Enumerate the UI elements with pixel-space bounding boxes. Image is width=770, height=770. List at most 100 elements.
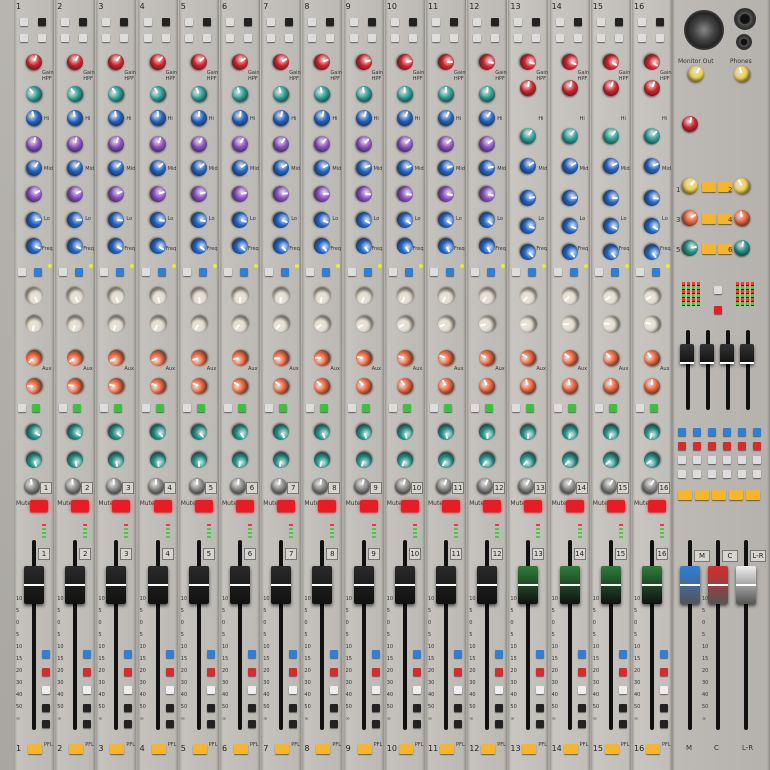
eq-routing-button[interactable] [281, 268, 290, 276]
phantom-button[interactable] [555, 18, 564, 26]
line-button[interactable] [656, 34, 664, 42]
hpf-knob[interactable] [558, 124, 581, 148]
routing-button-5[interactable] [206, 720, 215, 728]
channel-fader[interactable] [436, 566, 456, 604]
channel-fader[interactable] [65, 566, 86, 604]
mid-freq-knob[interactable] [147, 183, 168, 205]
phase-button[interactable] [450, 18, 458, 26]
aux-send-knob-1[interactable] [558, 284, 581, 308]
hi-freq-knob[interactable] [476, 132, 499, 156]
aux-pre-button-2[interactable] [279, 404, 288, 412]
aux-send-knob-2[interactable] [228, 312, 252, 336]
matrix-button[interactable] [753, 470, 761, 478]
routing-button-5[interactable] [83, 720, 92, 728]
aux-send-knob-5[interactable] [64, 420, 87, 444]
mid-freq-knob[interactable] [355, 185, 372, 203]
aux-pre-button-2[interactable] [196, 404, 205, 412]
aux-pre-button-2[interactable] [402, 404, 411, 412]
pan-knob[interactable] [105, 477, 123, 495]
aux-send-knob-1[interactable] [23, 285, 45, 307]
hi-freq-knob[interactable] [188, 133, 210, 155]
eq-in-button[interactable] [306, 268, 315, 276]
phantom-button[interactable] [20, 18, 28, 26]
matrix-button[interactable] [723, 428, 731, 436]
hi-eq-knob[interactable] [149, 109, 167, 127]
aux-send-knob-4[interactable] [188, 375, 210, 397]
mid-eq-knob[interactable] [561, 189, 579, 207]
aux-send-knob-3[interactable] [188, 348, 209, 368]
routing-button-2[interactable] [577, 668, 586, 676]
routing-button-5[interactable] [289, 720, 298, 728]
phase-button[interactable] [614, 18, 623, 26]
aux-send-knob-1[interactable] [190, 287, 208, 305]
mid-eq-knob[interactable] [643, 189, 661, 207]
routing-button-5[interactable] [577, 720, 586, 728]
eq-routing-button[interactable] [652, 268, 660, 276]
lo-freq-knob[interactable] [517, 240, 540, 264]
hi-eq-knob[interactable] [353, 108, 374, 128]
hi-freq-knob[interactable] [352, 132, 375, 156]
aux-send-knob-5[interactable] [394, 422, 415, 442]
lo-eq-knob[interactable] [25, 211, 43, 229]
routing-button-5[interactable] [618, 720, 627, 728]
aux-pre-button-2[interactable] [32, 404, 40, 412]
hpf-knob[interactable] [599, 124, 623, 148]
aux-send-knob-1[interactable] [435, 285, 457, 307]
aux-send-knob-6[interactable] [271, 450, 291, 470]
aux-afl-button-1[interactable] [702, 182, 716, 192]
eq-in-button[interactable] [100, 268, 109, 276]
lo-eq-knob[interactable] [189, 210, 209, 230]
routing-button-5[interactable] [412, 720, 421, 728]
phantom-button[interactable] [61, 18, 70, 26]
phantom-button[interactable] [226, 18, 234, 26]
pfl-button[interactable] [440, 744, 454, 754]
pfl-button[interactable] [604, 744, 619, 754]
aux-pre-button[interactable] [224, 404, 232, 412]
aux-send-knob-5[interactable] [520, 424, 537, 440]
mute-button[interactable] [71, 500, 90, 512]
hi-eq-knob[interactable] [231, 109, 249, 127]
routing-button-4[interactable] [42, 704, 50, 712]
aux-send-knob-2[interactable] [24, 314, 44, 334]
routing-button-1[interactable] [248, 650, 256, 658]
aux-send-knob-5[interactable] [228, 420, 252, 444]
mid-eq-knob[interactable] [63, 156, 87, 180]
hi-eq-knob[interactable] [24, 108, 44, 128]
hpf-knob[interactable] [271, 84, 292, 104]
eq-in-button[interactable] [224, 268, 232, 276]
aux-pre-button-2[interactable] [526, 404, 535, 412]
line-button[interactable] [244, 34, 252, 42]
eq-routing-button[interactable] [569, 268, 578, 276]
channel-fader[interactable] [24, 566, 44, 604]
routing-button-4[interactable] [454, 704, 462, 712]
aux-send-knob-2[interactable] [602, 315, 620, 333]
mute-button[interactable] [194, 500, 213, 512]
routing-button-4[interactable] [660, 704, 668, 712]
pfl-button[interactable] [646, 744, 660, 754]
mid-eq-knob[interactable] [270, 157, 293, 179]
phantom-button[interactable] [514, 18, 523, 26]
hpf-knob[interactable] [146, 83, 169, 105]
line-button[interactable] [161, 34, 170, 42]
routing-button-2[interactable] [42, 668, 50, 676]
routing-button-3[interactable] [412, 686, 421, 694]
aux-pre-button-2[interactable] [567, 404, 576, 412]
aux-master-knob-6[interactable] [732, 238, 752, 258]
aux-send-knob-5[interactable] [187, 420, 211, 444]
hpf-knob[interactable] [354, 84, 373, 104]
mid-freq-knob[interactable] [436, 184, 456, 204]
phase-button[interactable] [491, 18, 500, 26]
mid-freq-knob[interactable] [23, 183, 45, 205]
routing-button-3[interactable] [248, 686, 256, 694]
routing-button-3[interactable] [454, 686, 462, 694]
hpf-knob[interactable] [438, 86, 454, 102]
eq-routing-button[interactable] [363, 268, 372, 276]
pan-knob[interactable] [392, 476, 413, 496]
channel-fader[interactable] [312, 566, 333, 604]
aux-send-knob-6[interactable] [599, 448, 623, 472]
group-fader[interactable] [740, 344, 754, 364]
aux-send-knob-1[interactable] [232, 288, 248, 304]
aux-send-knob-6[interactable] [476, 448, 499, 472]
lo-eq-knob[interactable] [393, 209, 416, 231]
aux-send-knob-6[interactable] [23, 449, 45, 471]
